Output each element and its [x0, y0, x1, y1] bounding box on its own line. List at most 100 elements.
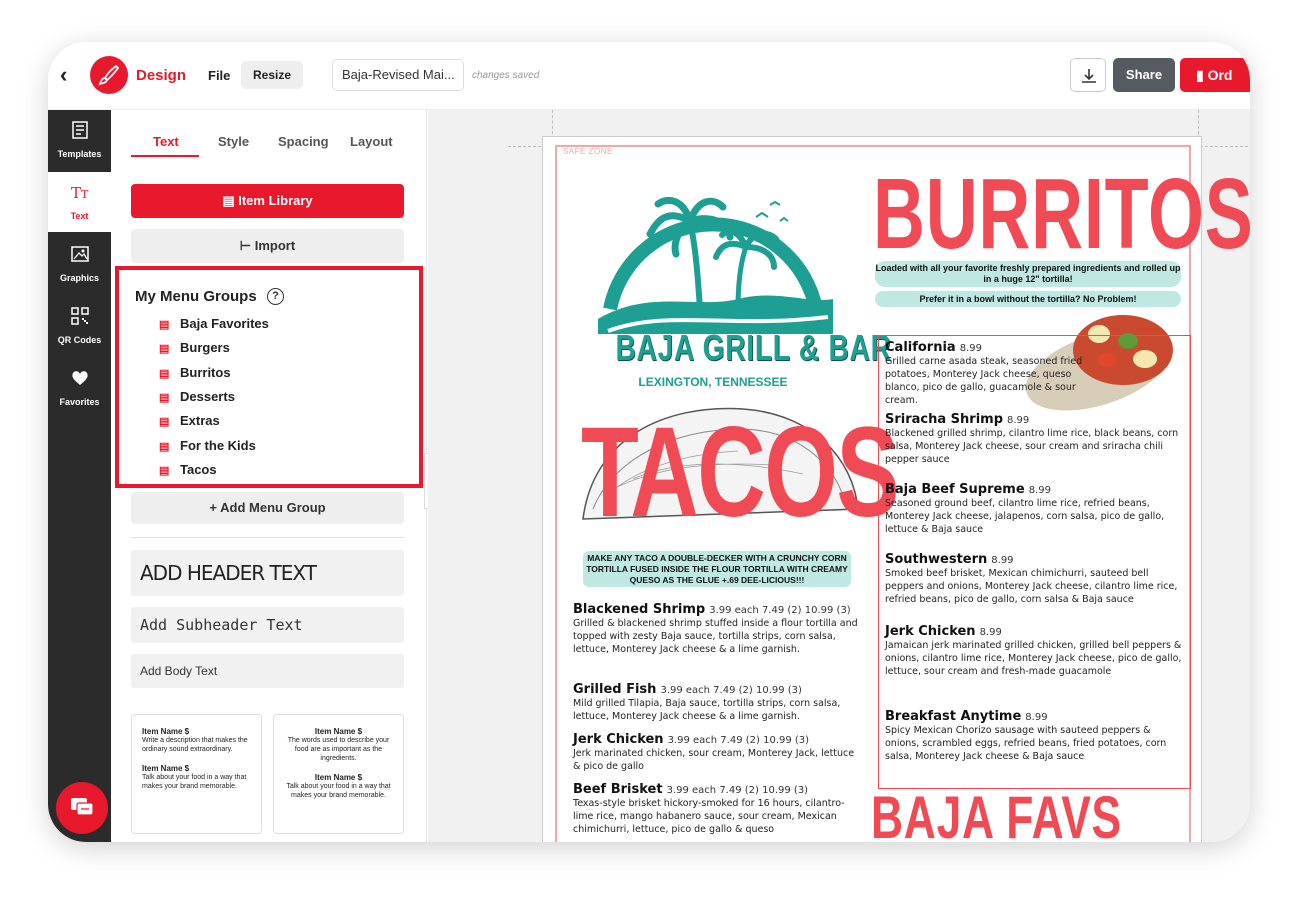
- menu-group-label: Desserts: [180, 389, 235, 404]
- menu-item-desc: Grilled carne asada steak, seasoned frie…: [885, 356, 1083, 406]
- text-icon: TT: [71, 184, 89, 202]
- menu-item[interactable]: Breakfast Anytime 8.99 Spicy Mexican Chori…: [885, 710, 1185, 763]
- rail-favorites[interactable]: Favorites: [48, 358, 111, 418]
- chevron-left-icon[interactable]: ‹: [60, 64, 67, 86]
- svg-text:T: T: [81, 188, 89, 201]
- rail-qr-label: QR Codes: [57, 335, 102, 345]
- menu-group-label: Burritos: [180, 365, 231, 380]
- menu-item[interactable]: Baja Beef Supreme 8.99 Seasoned ground bee…: [885, 483, 1185, 536]
- burritos-heading[interactable]: BURRITOS: [873, 157, 1250, 272]
- file-menu[interactable]: File: [208, 68, 230, 83]
- import-icon: ⊢: [239, 238, 255, 253]
- import-label: Import: [254, 238, 296, 253]
- menu-groups-title: My Menu Groups: [135, 288, 257, 305]
- menu-item-price: 8.99: [1025, 712, 1048, 723]
- menu-item-price: 3.99 each 7.49 (2) 10.99 (3): [666, 785, 809, 796]
- menu-item[interactable]: Blackened Shrimp 3.99 each 7.49 (2) 10.99…: [573, 603, 863, 656]
- menu-item-name: Blackened Shrimp: [573, 602, 706, 617]
- menu-item[interactable]: California 8.99 Grilled carne asada steak,…: [885, 341, 1185, 407]
- add-header-text[interactable]: ADD HEADER TEXT: [131, 550, 404, 596]
- template-item-name: Item Name $: [314, 773, 363, 782]
- rail-templates[interactable]: Templates: [48, 110, 111, 170]
- menu-item-price: 8.99: [1007, 415, 1030, 426]
- location-text: LEXINGTON, TENNESSEE: [638, 375, 788, 389]
- menu-item[interactable]: Southwestern 8.99 Smoked beef brisket, Mex…: [885, 553, 1185, 606]
- menu-item-desc: Jerk marinated chicken, sour cream, Mont…: [573, 748, 855, 772]
- menu-item[interactable]: Sriracha Shrimp 8.99 Blackened grilled shr…: [885, 413, 1185, 466]
- menu-item[interactable]: Jerk Chicken 8.99 Jamaican jerk marinated …: [885, 625, 1185, 678]
- design-menu[interactable]: Design: [136, 67, 186, 84]
- menu-item-name: Baja Beef Supreme: [885, 482, 1025, 497]
- order-button[interactable]: ▮ Ord: [1180, 58, 1250, 92]
- menu-item-name: Jerk Chicken: [885, 624, 976, 639]
- menu-group-item[interactable]: ▤ Desserts: [159, 389, 235, 404]
- add-body-text[interactable]: Add Body Text: [131, 654, 404, 688]
- download-button[interactable]: [1070, 58, 1106, 92]
- brush-icon[interactable]: [90, 56, 128, 94]
- template-item-desc: Write a description that makes the ordin…: [142, 737, 248, 753]
- tab-spacing[interactable]: Spacing: [278, 134, 329, 149]
- rail-graphics[interactable]: Graphics: [48, 234, 111, 294]
- book-icon: ▤: [159, 441, 170, 453]
- text-template-card[interactable]: Item Name $ The words used to describe yo…: [273, 714, 404, 834]
- app-window: ‹ Design File Resize Baja-Revised Mai...…: [48, 42, 1250, 842]
- top-bar: ‹ Design File Resize Baja-Revised Mai...…: [48, 42, 1250, 110]
- menu-group-item[interactable]: ▤ For the Kids: [159, 438, 256, 453]
- rail-text[interactable]: TT Text: [48, 172, 111, 232]
- import-button[interactable]: ⊢ Import: [131, 229, 404, 263]
- rail-text-label: Text: [70, 211, 89, 221]
- help-icon[interactable]: ?: [267, 288, 284, 305]
- palm-tree-logo: [598, 197, 833, 334]
- item-library-button[interactable]: ▤ Item Library: [131, 184, 404, 218]
- tab-text[interactable]: Text: [153, 134, 179, 149]
- baja-favs-heading[interactable]: BAJA FAVS: [871, 783, 1122, 842]
- template-item-name: Item Name $: [142, 727, 190, 736]
- add-subheader-text[interactable]: Add Subheader Text: [131, 607, 404, 643]
- left-rail: Templates TT Text Graphics QR Codes Favo…: [48, 110, 111, 842]
- menu-item-desc: Smoked beef brisket, Mexican chimichurri…: [885, 568, 1178, 605]
- menu-item[interactable]: Jerk Chicken 3.99 each 7.49 (2) 10.99 (3)…: [573, 733, 863, 773]
- tacos-note[interactable]: MAKE ANY TACO A DOUBLE-DECKER WITH A CRU…: [583, 551, 851, 587]
- add-menu-group-button[interactable]: + Add Menu Group: [131, 492, 404, 524]
- image-icon: [70, 246, 89, 262]
- share-button[interactable]: Share: [1113, 58, 1175, 92]
- menu-group-item[interactable]: ▤ Burritos: [159, 365, 231, 380]
- document-name-field[interactable]: Baja-Revised Mai...: [332, 59, 464, 91]
- menu-item-desc: Jamaican jerk marinated grilled chicken,…: [885, 640, 1182, 677]
- template-item-desc: Talk about your food in a way that makes…: [142, 774, 247, 790]
- burritos-note[interactable]: Loaded with all your favorite freshly pr…: [875, 261, 1181, 287]
- menu-item-name: Sriracha Shrimp: [885, 412, 1004, 427]
- text-template-card[interactable]: Item Name $ Write a description that make…: [131, 714, 262, 834]
- menu-group-item[interactable]: ▤ Baja Favorites: [159, 316, 269, 331]
- tab-style[interactable]: Style: [218, 134, 249, 149]
- divider: [131, 537, 404, 538]
- menu-item-desc: Blackened grilled shrimp, cilantro lime …: [885, 428, 1179, 465]
- resize-button[interactable]: Resize: [241, 61, 303, 89]
- tab-layout[interactable]: Layout: [350, 134, 393, 149]
- menu-group-item[interactable]: ▤ Tacos: [159, 462, 217, 477]
- book-icon: ▤: [222, 193, 239, 208]
- book-icon: ▤: [159, 343, 170, 355]
- chat-button[interactable]: [56, 782, 108, 834]
- tacos-heading[interactable]: TACOS: [581, 399, 900, 546]
- menu-item-price: 3.99 each 7.49 (2) 10.99 (3): [709, 605, 851, 616]
- book-icon: ▤: [159, 368, 170, 380]
- menu-item[interactable]: Beef Brisket 3.99 each 7.49 (2) 10.99 (3)…: [573, 783, 863, 836]
- menu-item-price: 3.99 each 7.49 (2) 10.99 (3): [660, 685, 802, 696]
- menu-item-price: 8.99: [979, 627, 1002, 638]
- rail-graphics-label: Graphics: [59, 273, 99, 283]
- active-tab-indicator: [131, 155, 199, 157]
- design-canvas[interactable]: SAFE ZONE BAJA GRILL & BAR LEXINGTON, TE…: [428, 110, 1250, 842]
- chat-icon: [71, 798, 94, 816]
- menu-group-item[interactable]: ▤ Extras: [159, 413, 220, 428]
- menu-group-label: Baja Favorites: [180, 316, 269, 331]
- menu-page[interactable]: SAFE ZONE BAJA GRILL & BAR LEXINGTON, TE…: [542, 136, 1250, 842]
- rail-qr-codes[interactable]: QR Codes: [48, 296, 111, 356]
- template-item-name: Item Name $: [142, 764, 190, 773]
- svg-text:T: T: [71, 184, 81, 202]
- menu-item-price: 8.99: [991, 555, 1014, 566]
- clipboard-icon: ▮: [1196, 67, 1208, 83]
- menu-item[interactable]: Grilled Fish 3.99 each 7.49 (2) 10.99 (3)…: [573, 683, 863, 723]
- menu-group-item[interactable]: ▤ Burgers: [159, 340, 230, 355]
- template-item-desc: The words used to describe your food are…: [287, 737, 390, 762]
